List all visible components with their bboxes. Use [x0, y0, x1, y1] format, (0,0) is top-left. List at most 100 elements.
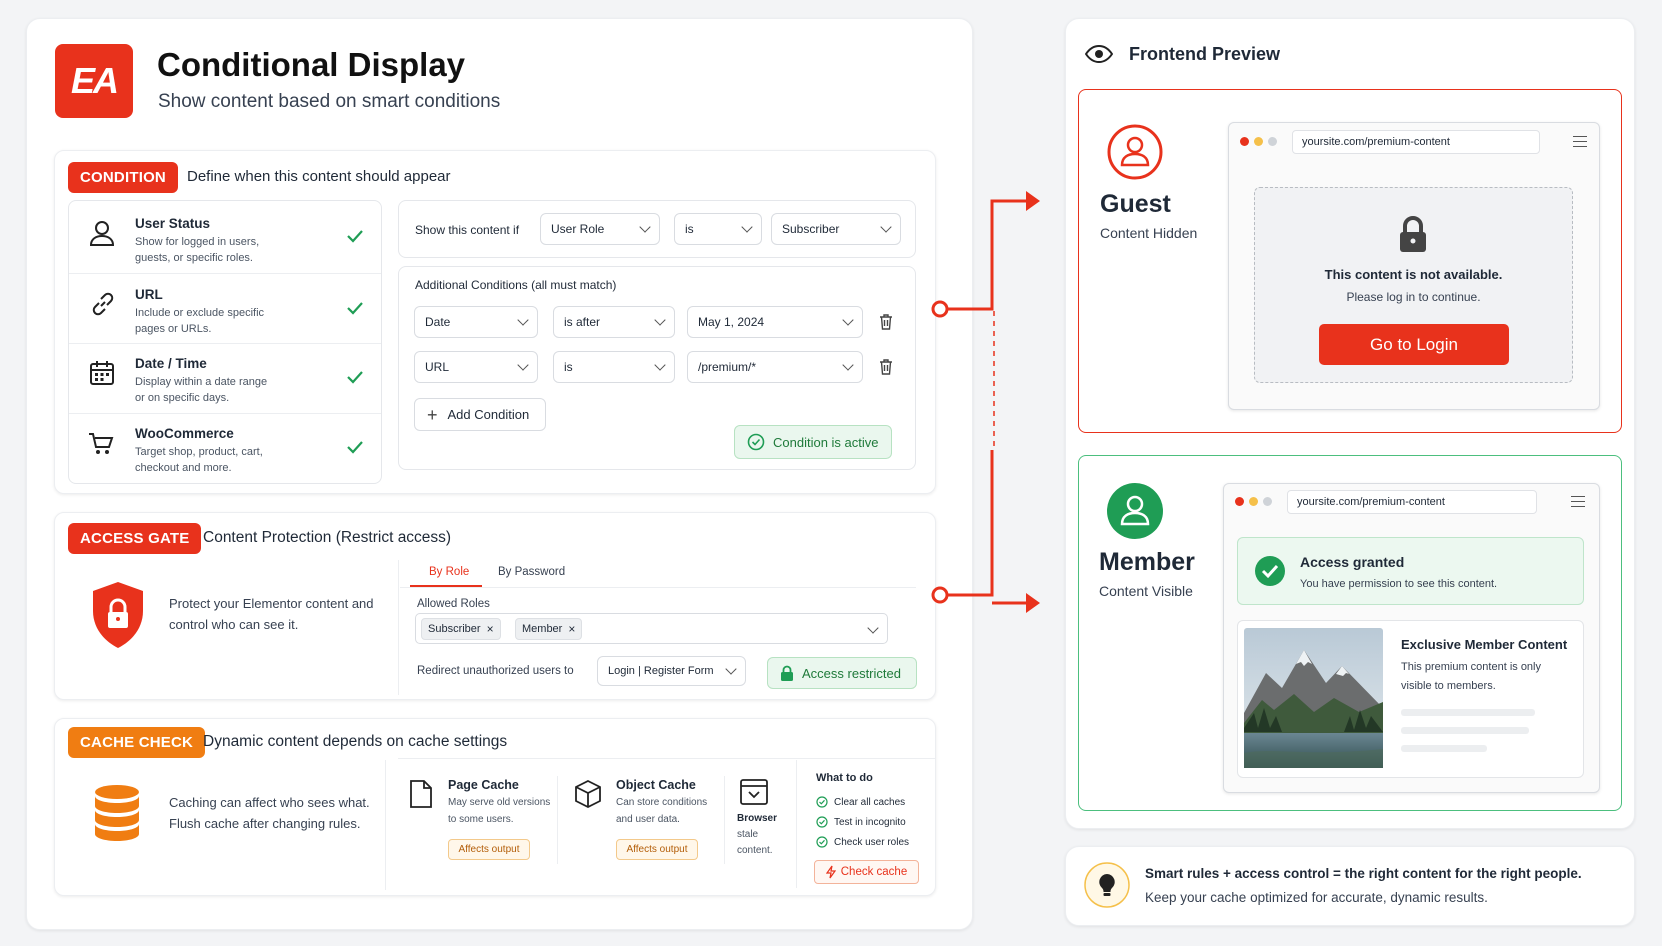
allowed-roles-label: Allowed Roles: [417, 598, 490, 610]
select-value: Login | Register Form: [608, 665, 714, 677]
exclusive-content-title: Exclusive Member Content: [1401, 637, 1568, 652]
eye-icon: [1085, 44, 1113, 64]
condition-type-user-status[interactable]: User Status Show for logged in users, gu…: [69, 201, 381, 273]
menu-icon[interactable]: [1571, 496, 1585, 507]
close-icon[interactable]: ×: [568, 622, 575, 636]
chevron-down-icon: [639, 221, 651, 233]
member-name: Member: [1099, 548, 1195, 576]
divider: [400, 587, 916, 588]
access-granted-banner: [1237, 537, 1584, 605]
footer-line-1: Smart rules + access control = the right…: [1145, 866, 1582, 881]
add-value-select[interactable]: /premium/*: [687, 351, 863, 383]
tab-by-password[interactable]: By Password: [498, 566, 565, 578]
member-avatar-icon: [1107, 483, 1163, 539]
access-restricted-badge: Access restricted: [767, 657, 917, 689]
add-field-select[interactable]: Date: [414, 306, 538, 338]
url-text: yoursite.com/premium-content: [1302, 136, 1450, 148]
check-cache-button[interactable]: Check cache: [814, 860, 919, 884]
check-cache-label: Check cache: [840, 866, 908, 878]
rule-field-select[interactable]: User Role: [540, 213, 660, 245]
condition-type-desc: or on specific days.: [135, 392, 230, 404]
todo-label: Clear all caches: [834, 796, 906, 808]
chevron-down-icon: [842, 314, 854, 326]
exclusive-content-desc: visible to members.: [1401, 680, 1496, 692]
please-login-text: Please log in to continue.: [1346, 290, 1481, 304]
chevron-down-icon: [725, 663, 737, 675]
divider: [385, 760, 386, 890]
cache-desc: Caching can affect who sees what.: [169, 795, 370, 810]
condition-type-date-time[interactable]: Date / Time Display within a date range …: [69, 344, 381, 413]
address-bar[interactable]: yoursite.com/premium-content: [1292, 130, 1540, 154]
mountain-landscape-image: [1244, 628, 1383, 768]
browser-dots: [1240, 137, 1277, 146]
condition-type-desc: Target shop, product, cart,: [135, 446, 263, 458]
page-icon: [410, 780, 432, 808]
select-value: is after: [564, 315, 601, 329]
divider: [557, 776, 558, 864]
access-desc: control who can see it.: [169, 617, 299, 632]
menu-icon[interactable]: [1573, 136, 1587, 147]
check-icon: [347, 302, 363, 315]
address-bar[interactable]: yoursite.com/premium-content: [1287, 490, 1537, 514]
go-to-login-button[interactable]: Go to Login: [1319, 324, 1509, 365]
cache-check-tag: CACHE CHECK: [68, 727, 206, 758]
object-cache-desc: and user data.: [616, 814, 680, 825]
calendar-icon: [90, 361, 114, 385]
close-icon[interactable]: ×: [487, 622, 494, 636]
link-icon: [92, 292, 114, 316]
condition-type-desc: Include or exclude specific: [135, 307, 265, 319]
add-condition-button[interactable]: + Add Condition: [414, 398, 546, 431]
window-min-dot: [1249, 497, 1258, 506]
condition-type-url[interactable]: URL Include or exclude specific pages or…: [69, 274, 381, 343]
placeholder-line: [1401, 709, 1535, 716]
page-cache-desc: May serve old versions: [448, 797, 551, 808]
browser-cache-desc: stale: [737, 829, 759, 840]
rule-value-select[interactable]: Subscriber: [771, 213, 901, 245]
condition-type-desc: Display within a date range: [135, 376, 268, 388]
rule-operator-select[interactable]: is: [674, 213, 762, 245]
add-condition-label: Add Condition: [447, 407, 530, 422]
select-value: is: [564, 360, 573, 374]
role-chip-member: Member ×: [515, 618, 583, 640]
select-value: User Role: [551, 222, 605, 236]
chevron-down-icon: [654, 314, 666, 326]
select-value: is: [685, 222, 694, 236]
add-operator-select[interactable]: is after: [553, 306, 675, 338]
guest-name: Guest: [1100, 190, 1171, 218]
check-icon: [347, 371, 363, 384]
condition-type-woocommerce[interactable]: WooCommerce Target shop, product, cart, …: [69, 414, 381, 483]
access-gate-heading: Content Protection (Restrict access): [203, 529, 452, 546]
placeholder-line: [1401, 727, 1529, 734]
flow-connectors: [931, 191, 1040, 613]
add-operator-select[interactable]: is: [553, 351, 675, 383]
trash-icon[interactable]: [879, 359, 893, 375]
browser-dots: [1235, 497, 1272, 506]
select-value: Subscriber: [782, 222, 840, 236]
divider: [724, 776, 725, 864]
condition-type-desc: Show for logged in users,: [135, 236, 260, 248]
condition-type-desc: checkout and more.: [135, 462, 232, 474]
guest-state: Content Hidden: [1100, 225, 1198, 241]
window-min-dot: [1254, 137, 1263, 146]
page-subtitle: Show content based on smart conditions: [158, 91, 501, 112]
add-field-select[interactable]: URL: [414, 351, 538, 383]
additional-label: Additional Conditions (all must match): [415, 278, 617, 292]
condition-type-desc: pages or URLs.: [135, 323, 212, 335]
trash-icon[interactable]: [879, 314, 893, 330]
redirect-select[interactable]: Login | Register Form: [597, 656, 746, 686]
select-value: Date: [425, 315, 451, 329]
window-max-dot: [1268, 137, 1277, 146]
object-cache-badge: Affects output: [616, 839, 698, 860]
access-desc: Protect your Elementor content and: [169, 596, 374, 611]
redirect-label: Redirect unauthorized users to: [417, 665, 574, 677]
browser-icon: [740, 779, 768, 805]
chevron-down-icon: [654, 359, 666, 371]
divider: [398, 560, 399, 695]
preview-title: Frontend Preview: [1129, 44, 1281, 64]
logo-text: EA: [70, 60, 119, 101]
brand-logo: EA: [55, 44, 133, 118]
tab-by-role[interactable]: By Role: [429, 566, 469, 578]
condition-type-title: User Status: [135, 216, 211, 231]
add-value-select[interactable]: May 1, 2024: [687, 306, 863, 338]
window-close-dot: [1235, 497, 1244, 506]
